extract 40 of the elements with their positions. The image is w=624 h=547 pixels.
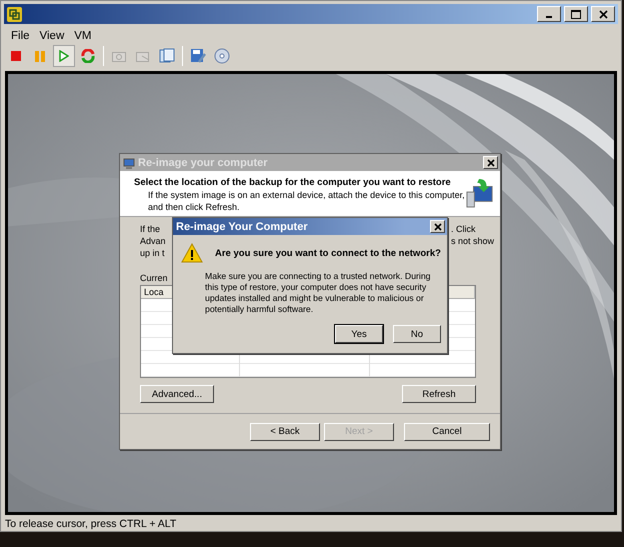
floppy-icon: [190, 48, 206, 64]
app-logo-icon: [7, 6, 22, 22]
close-icon: [434, 222, 442, 230]
message-title: Re-image Your Computer: [176, 220, 308, 232]
maximize-button[interactable]: [564, 6, 588, 22]
menu-item[interactable]: View: [36, 30, 68, 42]
computer-restore-icon: [466, 176, 494, 210]
close-button[interactable]: [591, 6, 615, 22]
message-question: Are you sure you want to connect to the network?: [215, 248, 441, 258]
dialog-button[interactable]: Advanced...: [140, 385, 214, 403]
computer-icon: [123, 156, 135, 168]
pause-icon: [35, 50, 45, 62]
dialog-button[interactable]: Refresh: [402, 385, 476, 403]
disc-icon: [214, 48, 230, 64]
snapshots-icon: [159, 48, 175, 64]
close-icon: [598, 10, 608, 18]
wizard-title: Re-image your computer: [138, 156, 268, 168]
intro-text: If the Advan up in t: [140, 223, 166, 259]
nav-button[interactable]: Cancel: [404, 422, 490, 440]
minimize-button[interactable]: [537, 6, 561, 22]
reset-icon: [81, 49, 95, 63]
play-icon: [59, 50, 69, 62]
stop-icon: [11, 51, 21, 61]
message-button[interactable]: Yes: [335, 325, 383, 343]
wizard-heading: Select the location of the backup for the computer you want to restore: [134, 176, 452, 189]
close-button[interactable]: [430, 220, 445, 233]
menu-item[interactable]: VM: [70, 30, 96, 42]
close-icon: [486, 158, 494, 166]
close-button[interactable]: [483, 156, 498, 169]
toolbar-button[interactable]: [53, 45, 75, 67]
menu-item[interactable]: File: [7, 30, 34, 42]
intro-text: . Click s not show: [450, 223, 494, 247]
maximize-icon: [571, 10, 581, 18]
nav-button[interactable]: < Back: [250, 422, 320, 440]
wizard-instructions: If the system image is on an external device, attach the device to this computer, and then click Refresh.: [147, 189, 465, 213]
warning-icon: [181, 243, 203, 263]
status-text: To release cursor, press CTRL + ALT: [5, 518, 176, 530]
camera-icon: [112, 50, 126, 62]
message-button[interactable]: No: [393, 325, 441, 343]
table-label: Curren: [140, 273, 168, 283]
